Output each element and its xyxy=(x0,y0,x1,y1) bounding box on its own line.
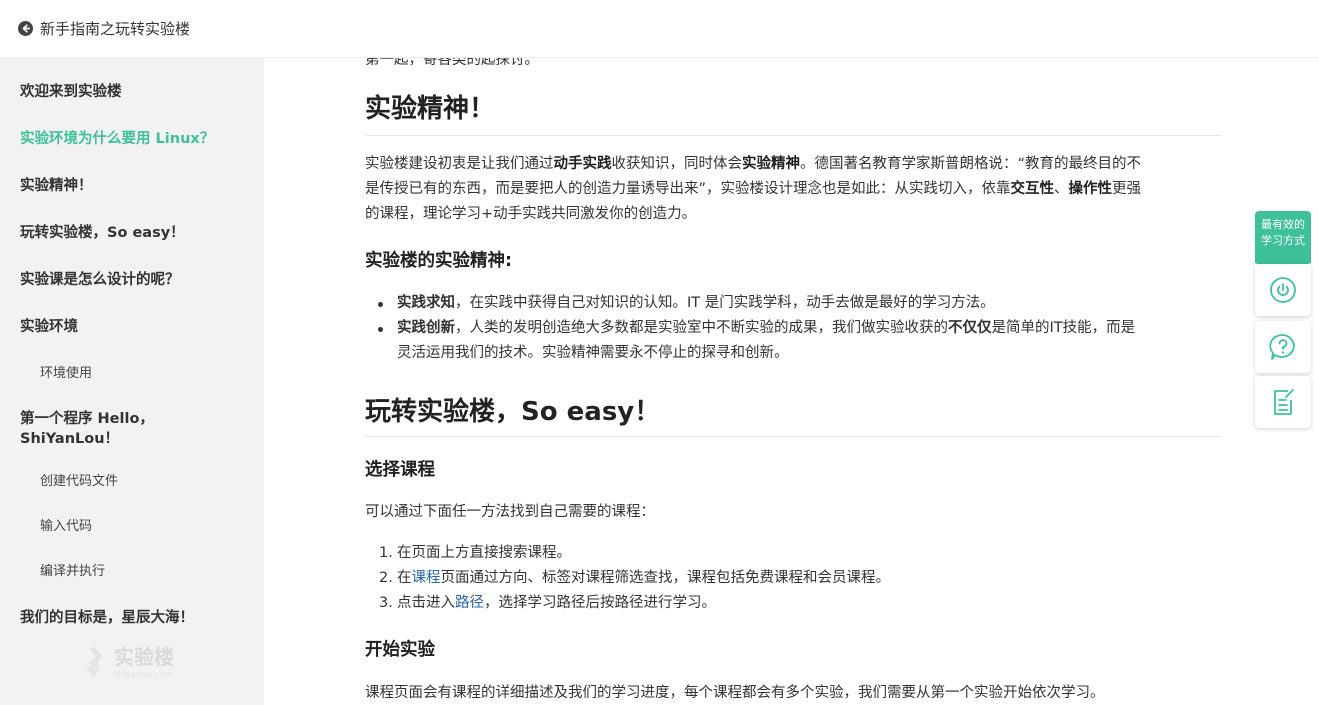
shiyanlou-logo-icon xyxy=(86,646,102,678)
toc-item-spirit[interactable]: 实验精神！ xyxy=(20,176,93,196)
help-icon xyxy=(1269,334,1295,360)
divider xyxy=(365,436,1221,437)
toc-subitem-env-usage[interactable]: 环境使用 xyxy=(40,365,92,383)
heading-spirit: 实验精神！ xyxy=(365,94,496,124)
paths-link[interactable]: 路径 xyxy=(455,595,484,611)
shiyanlou-watermark-logo: 实验楼 shiyanlou.com xyxy=(80,644,174,680)
toc-subitem-create-file[interactable]: 创建代码文件 xyxy=(40,473,118,491)
paragraph-line: 实验楼建设初衷是让我们通过动手实践收获知识，同时体会实验精神。德国著名教育学家斯… xyxy=(365,156,1142,172)
help-button[interactable] xyxy=(1255,321,1311,373)
toc-item-hello-line2: ShiYanLou！ xyxy=(20,431,120,447)
ribbon-line1: 最有效的 xyxy=(1261,218,1305,231)
ribbon-line2: 学习方式 xyxy=(1261,234,1305,247)
courses-link[interactable]: 课程 xyxy=(412,570,441,586)
subheading-choose-course: 选择课程 xyxy=(365,460,435,480)
toc-item-welcome[interactable]: 欢迎来到实验楼 xyxy=(20,82,122,102)
list-item: 实践求知，在实践中获得自己对知识的认知。IT 是门实践学科，动手去做是最好的学习… xyxy=(365,291,1221,316)
divider xyxy=(365,135,1221,136)
toc-sidebar: 欢迎来到实验楼 实验环境为什么要用 Linux？ 实验精神！ 玩转实验楼，So … xyxy=(0,58,264,705)
page-title[interactable]: 新手指南之玩转实验楼 xyxy=(40,18,190,39)
watermark-subtext: shiyanlou.com xyxy=(114,669,172,679)
list-item: 1. 在页面上方直接搜索课程。 xyxy=(379,545,571,561)
watermark-text: 实验楼 xyxy=(114,644,174,669)
list-item: 实践创新，人类的发明创造绝大多数都是实验室中不断实验的成果，我们做实验收获的不仅… xyxy=(365,316,1221,366)
subheading-spirit: 实验楼的实验精神: xyxy=(365,251,512,271)
back-arrow-icon[interactable] xyxy=(18,21,33,36)
heading-so-easy: 玩转实验楼，So easy！ xyxy=(365,397,661,427)
toc-item-so-easy[interactable]: 玩转实验楼，So easy！ xyxy=(20,223,185,243)
spirit-bullet-list: 实践求知，在实践中获得自己对知识的认知。IT 是门实践学科，动手去做是最好的学习… xyxy=(365,291,1221,366)
list-item: 3. 点击进入路径，选择学习路径后按路径进行学习。 xyxy=(379,595,716,611)
toc-subitem-compile-run[interactable]: 编译并执行 xyxy=(40,563,105,581)
article-content: 第一起，寄各类的起探讨。 实验精神！ 实验楼建设初衷是让我们通过动手实践收获知识… xyxy=(365,58,1221,705)
toc-subitem-input-code[interactable]: 输入代码 xyxy=(40,518,92,536)
learning-method-ribbon[interactable]: 最有效的 学习方式 xyxy=(1255,211,1311,273)
toc-item-hello-line1: 第一个程序 Hello， xyxy=(20,411,154,427)
paragraph-start-lab: 课程页面会有课程的详细描述及我们的学习进度，每个课程都会有多个实验，我们需要从第… xyxy=(365,685,1105,701)
toc-item-why-linux[interactable]: 实验环境为什么要用 Linux？ xyxy=(20,129,214,149)
paragraph-choose-intro: 可以通过下面任一方法找到自己需要的课程： xyxy=(365,504,655,520)
notes-icon xyxy=(1274,389,1294,415)
toc-item-hello-shiyanlou[interactable]: 第一个程序 Hello， ShiYanLou！ xyxy=(20,409,154,449)
toc-item-course-design[interactable]: 实验课是怎么设计的呢？ xyxy=(20,270,180,290)
paragraph-spirit-intro: 实验楼建设初衷是让我们通过动手实践收获知识，同时体会实验精神。德国著名教育学家斯… xyxy=(365,152,1221,227)
subheading-start-lab: 开始实验 xyxy=(365,640,435,660)
start-lab-button[interactable] xyxy=(1255,264,1311,316)
top-bar: 新手指南之玩转实验楼 xyxy=(0,0,1319,58)
paragraph-line: 的课程，理论学习+动手实践共同激发你的创造力。 xyxy=(365,206,697,222)
list-item: 2. 在课程页面通过方向、标签对课程筛选查找，课程包括免费课程和会员课程。 xyxy=(379,570,890,586)
paragraph-line: 是传授已有的东西，而是要把人的创造力量诱导出来”，实验楼设计理念也是如此：从实践… xyxy=(365,181,1142,197)
toc-item-environment[interactable]: 实验环境 xyxy=(20,317,78,337)
choose-course-steps: 1. 在页面上方直接搜索课程。 2. 在课程页面通过方向、标签对课程筛选查找，课程包… xyxy=(365,541,890,616)
clipped-paragraph: 第一起，寄各类的起探讨。 xyxy=(365,58,539,68)
power-icon xyxy=(1270,277,1296,303)
toc-item-our-goal[interactable]: 我们的目标是，星辰大海！ xyxy=(20,608,194,628)
notes-button[interactable] xyxy=(1255,376,1311,428)
